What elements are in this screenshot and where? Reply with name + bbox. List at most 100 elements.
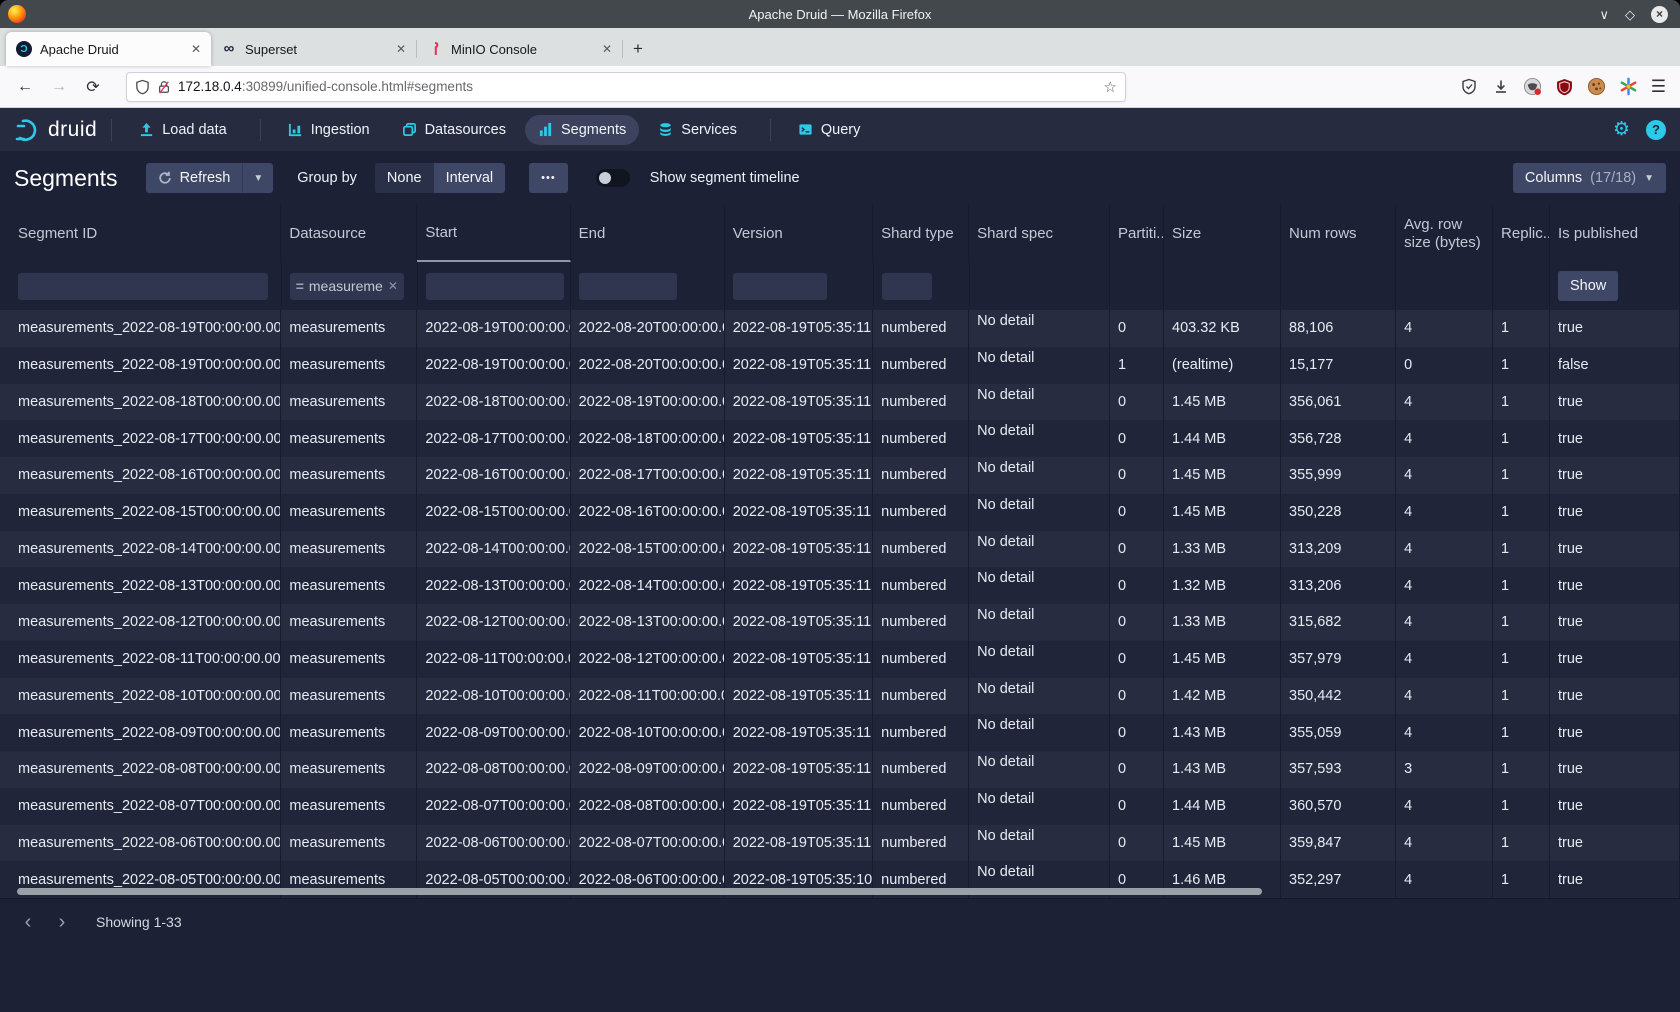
cell-id[interactable]: measurements_2022-08-15T00:00:00.000Z... xyxy=(0,494,281,531)
navbar-divider xyxy=(770,119,771,141)
table-row[interactable]: measurements_2022-08-19T00:00:00.000Z...… xyxy=(0,310,1680,347)
table-row[interactable]: measurements_2022-08-08T00:00:00.000Z...… xyxy=(0,751,1680,788)
table-row[interactable]: measurements_2022-08-15T00:00:00.000Z...… xyxy=(0,494,1680,531)
back-icon[interactable]: ← xyxy=(10,72,40,102)
table-row[interactable]: measurements_2022-08-14T00:00:00.000Z...… xyxy=(0,531,1680,568)
nav-datasources[interactable]: Datasources xyxy=(389,115,519,145)
shard-type-filter-input[interactable] xyxy=(882,273,932,300)
table-row[interactable]: measurements_2022-08-07T00:00:00.000Z...… xyxy=(0,788,1680,825)
cell-id[interactable]: measurements_2022-08-19T00:00:00.000Z... xyxy=(0,347,281,384)
cell-id[interactable]: measurements_2022-08-09T00:00:00.000Z... xyxy=(0,714,281,751)
cell-end: 2022-08-19T00:00:00.0... xyxy=(571,384,725,421)
colorful-asterisk-extension-icon[interactable] xyxy=(1619,77,1639,97)
table-row[interactable]: measurements_2022-08-09T00:00:00.000Z...… xyxy=(0,714,1680,751)
version-filter-input[interactable] xyxy=(733,273,827,300)
col-header-replication[interactable]: Replic... xyxy=(1493,205,1550,262)
lock-insecure-icon[interactable] xyxy=(157,79,171,95)
extension-mask-icon[interactable] xyxy=(1523,77,1543,97)
table-row[interactable]: measurements_2022-08-11T00:00:00.000Z...… xyxy=(0,641,1680,678)
shield-permissions-icon[interactable] xyxy=(135,79,150,95)
col-header-is-published[interactable]: Is published xyxy=(1550,205,1680,262)
more-options-button[interactable]: ••• xyxy=(529,163,568,193)
refresh-dropdown-button[interactable]: ▼ xyxy=(243,163,273,193)
nav-load-data[interactable]: Load data xyxy=(126,115,240,145)
cell-id[interactable]: measurements_2022-08-17T00:00:00.000Z... xyxy=(0,420,281,457)
settings-gear-icon[interactable]: ⚙ xyxy=(1613,118,1630,141)
table-row[interactable]: measurements_2022-08-06T00:00:00.000Z...… xyxy=(0,825,1680,862)
horizontal-scrollbar[interactable] xyxy=(17,888,1262,895)
col-header-size[interactable]: Size xyxy=(1164,205,1281,262)
col-header-end[interactable]: End xyxy=(571,205,725,262)
cell-id[interactable]: measurements_2022-08-06T00:00:00.000Z... xyxy=(0,825,281,862)
table-row[interactable]: measurements_2022-08-12T00:00:00.000Z...… xyxy=(0,604,1680,641)
url-text[interactable]: 172.18.0.4:30899/unified-console.html#se… xyxy=(178,79,1097,94)
cookie-extension-icon[interactable] xyxy=(1587,77,1607,97)
end-filter-input[interactable] xyxy=(579,273,677,300)
prev-page-icon[interactable]: ‹ xyxy=(14,908,42,936)
cell-repl: 1 xyxy=(1493,751,1550,788)
tab-superset[interactable]: ∞ Superset ✕ xyxy=(211,32,416,66)
forward-icon[interactable]: → xyxy=(44,72,74,102)
menu-icon[interactable]: ☰ xyxy=(1651,77,1666,97)
col-header-shard-spec[interactable]: Shard spec xyxy=(969,205,1110,262)
close-icon[interactable]: × xyxy=(1651,6,1668,23)
cell-id[interactable]: measurements_2022-08-07T00:00:00.000Z... xyxy=(0,788,281,825)
table-row[interactable]: measurements_2022-08-18T00:00:00.000Z...… xyxy=(0,384,1680,421)
cell-id[interactable]: measurements_2022-08-18T00:00:00.000Z... xyxy=(0,384,281,421)
col-header-num-rows[interactable]: Num rows xyxy=(1281,205,1396,262)
col-header-datasource[interactable]: Datasource xyxy=(281,205,417,262)
segment-timeline-toggle[interactable] xyxy=(596,169,630,187)
tab-minio-console[interactable]: MinIO Console ✕ xyxy=(417,32,622,66)
url-bar[interactable]: 172.18.0.4:30899/unified-console.html#se… xyxy=(126,72,1126,102)
cell-id[interactable]: measurements_2022-08-08T00:00:00.000Z... xyxy=(0,751,281,788)
col-header-version[interactable]: Version xyxy=(725,205,873,262)
cell-id[interactable]: measurements_2022-08-14T00:00:00.000Z... xyxy=(0,531,281,568)
cell-id[interactable]: measurements_2022-08-19T00:00:00.000Z... xyxy=(0,310,281,347)
col-header-start[interactable]: Start xyxy=(417,205,570,262)
ublock-origin-icon[interactable] xyxy=(1555,77,1575,97)
new-tab-button[interactable]: + xyxy=(623,34,653,64)
protections-shield-icon[interactable] xyxy=(1459,77,1479,97)
cell-id[interactable]: measurements_2022-08-13T00:00:00.000Z... xyxy=(0,567,281,604)
cell-id[interactable]: measurements_2022-08-16T00:00:00.000Z... xyxy=(0,457,281,494)
cell-id[interactable]: measurements_2022-08-12T00:00:00.000Z... xyxy=(0,604,281,641)
table-row[interactable]: measurements_2022-08-13T00:00:00.000Z...… xyxy=(0,567,1680,604)
col-header-segment-id[interactable]: Segment ID xyxy=(0,205,281,262)
segment-id-filter-input[interactable] xyxy=(18,273,268,300)
table-row[interactable]: measurements_2022-08-16T00:00:00.000Z...… xyxy=(0,457,1680,494)
col-header-partition[interactable]: Partiti... xyxy=(1110,205,1164,262)
group-by-none-button[interactable]: None xyxy=(375,163,434,193)
maximize-icon[interactable]: ◇ xyxy=(1625,8,1635,21)
nav-services[interactable]: Services xyxy=(645,115,750,145)
tab-close-icon[interactable]: ✕ xyxy=(602,42,612,56)
cell-id[interactable]: measurements_2022-08-11T00:00:00.000Z... xyxy=(0,641,281,678)
druid-logo-icon xyxy=(14,117,40,143)
table-row[interactable]: measurements_2022-08-17T00:00:00.000Z...… xyxy=(0,420,1680,457)
cell-shard-type: numbered xyxy=(873,714,969,751)
cell-id[interactable]: measurements_2022-08-10T00:00:00.000Z... xyxy=(0,678,281,715)
reload-icon[interactable]: ⟳ xyxy=(78,72,108,102)
group-by-interval-button[interactable]: Interval xyxy=(434,163,506,193)
downloads-icon[interactable] xyxy=(1491,77,1511,97)
refresh-button[interactable]: Refresh xyxy=(146,163,244,193)
col-header-avg-row-size[interactable]: Avg. row size (bytes) xyxy=(1396,205,1493,262)
is-published-show-button[interactable]: Show xyxy=(1558,271,1618,301)
druid-logo[interactable]: druid xyxy=(14,117,97,143)
start-filter-input[interactable] xyxy=(426,273,564,300)
tab-apache-druid[interactable]: Ɔ Apache Druid ✕ xyxy=(6,32,211,66)
help-icon[interactable]: ? xyxy=(1646,120,1666,140)
next-page-icon[interactable]: › xyxy=(48,908,76,936)
table-row[interactable]: measurements_2022-08-19T00:00:00.000Z...… xyxy=(0,347,1680,384)
datasource-filter-tag[interactable]: = measureme ✕ xyxy=(290,273,404,300)
nav-query[interactable]: Query xyxy=(785,115,874,145)
bookmark-star-icon[interactable]: ☆ xyxy=(1104,78,1117,96)
tab-close-icon[interactable]: ✕ xyxy=(191,42,201,56)
table-row[interactable]: measurements_2022-08-10T00:00:00.000Z...… xyxy=(0,678,1680,715)
remove-filter-icon[interactable]: ✕ xyxy=(388,279,398,293)
nav-segments[interactable]: Segments xyxy=(525,115,639,145)
nav-ingestion[interactable]: Ingestion xyxy=(275,115,383,145)
tab-close-icon[interactable]: ✕ xyxy=(396,42,406,56)
columns-button[interactable]: Columns (17/18) ▼ xyxy=(1513,163,1666,193)
col-header-shard-type[interactable]: Shard type xyxy=(873,205,969,262)
minimize-icon[interactable]: ∨ xyxy=(1599,8,1609,21)
